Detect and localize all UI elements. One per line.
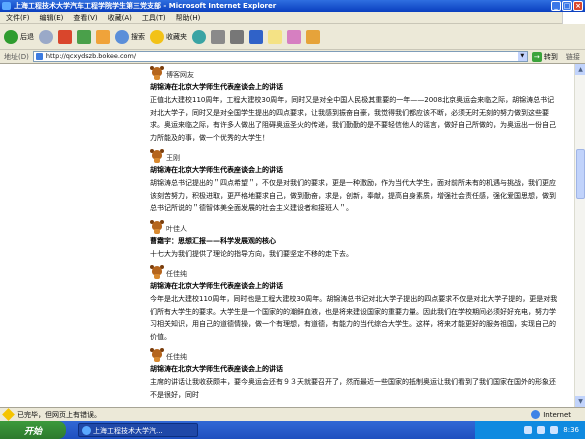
back-label: 后退 [20, 32, 34, 41]
maximize-button[interactable]: □ [562, 1, 572, 11]
reindeer-avatar-icon [150, 219, 164, 234]
menu-file[interactable]: 文件(F) [6, 13, 30, 23]
go-button[interactable]: → 转到 [531, 51, 558, 62]
menu-help[interactable]: 帮助(H) [176, 13, 201, 23]
ie-icon [82, 426, 91, 435]
print-icon[interactable] [230, 29, 244, 44]
security-zone: Internet [531, 410, 571, 419]
favorites-label: 收藏夹 [166, 32, 187, 41]
ie-logo-icon [2, 2, 11, 10]
globe-icon [531, 410, 541, 419]
comment-author[interactable]: 王刚 [166, 154, 180, 162]
back-arrow-icon [4, 29, 18, 44]
links-button[interactable]: 链接 [566, 52, 580, 62]
comment-author[interactable]: 任佳纯 [166, 270, 187, 278]
comment-item: 博客网友 胡锦涛在北京大学师生代表座谈会上的讲话 正值北大建校110周年，工程大… [150, 64, 560, 144]
search-icon [115, 29, 129, 44]
scroll-up-icon[interactable]: ▲ [575, 64, 585, 75]
close-button[interactable]: × [573, 1, 583, 11]
comment-body: 十七大为我们提供了理论的指导方向，我们要坚定不移的走下去。 [150, 249, 353, 258]
page-icon [35, 53, 43, 60]
status-bar: 已完毕，但网页上有错误。 Internet [0, 407, 585, 421]
favorites-button[interactable]: 收藏夹 [150, 29, 187, 44]
search-label: 搜索 [131, 32, 145, 41]
comment-body: 今年是北大建校110周年，同时也是工程大建校30周年。胡锦涛总书记对北大学子提出… [150, 295, 558, 341]
address-url: http://qcxydszb.bokee.com/ [45, 52, 137, 60]
comment-item: 王刚 胡锦涛在北京大学师生代表座谈会上的讲话 胡锦涛总书记提出的＂四点希望＂，不… [150, 149, 560, 215]
address-input[interactable]: http://qcxydszb.bokee.com/ ▼ [32, 51, 528, 62]
menu-bar: 文件(F) 编辑(E) 查看(V) 收藏(A) 工具(T) 帮助(H) [0, 12, 585, 24]
comment-item: 叶佳人 曹霜宇：思想汇报——科学发展观的核心 十七大为我们提供了理论的指导方向，… [150, 219, 560, 261]
warning-icon[interactable] [2, 408, 15, 421]
research-icon[interactable] [306, 29, 320, 44]
reindeer-avatar-icon [150, 348, 164, 362]
comment-item: 任佳纯 胡锦涛在北京大学师生代表座谈会上的讲话 今年是北大建校110周年，同时也… [150, 265, 560, 343]
page-content: 博客网友 胡锦涛在北京大学师生代表座谈会上的讲话 正值北大建校110周年，工程大… [0, 64, 585, 407]
messenger-icon[interactable] [287, 29, 301, 44]
input-method-icon[interactable] [550, 426, 559, 434]
reindeer-avatar-icon [150, 149, 164, 163]
toolbar: 后退 搜索 收藏夹 [0, 24, 585, 50]
minimize-button[interactable]: _ [551, 1, 561, 11]
star-icon [150, 29, 164, 44]
scroll-thumb[interactable] [576, 149, 585, 199]
taskbar-item-label: 上海工程技术大学汽... [93, 427, 163, 435]
comment-title[interactable]: 胡锦涛在北京大学师生代表座谈会上的讲话 [150, 82, 560, 92]
address-label: 地址(D) [4, 52, 29, 61]
comment-title[interactable]: 曹霜宇：思想汇报——科学发展观的核心 [150, 236, 560, 246]
address-bar: 地址(D) http://qcxydszb.bokee.com/ ▼ → 转到 … [0, 50, 585, 64]
menu-view[interactable]: 查看(V) [73, 13, 97, 23]
status-text: 已完毕，但网页上有错误。 [17, 410, 101, 419]
go-label: 转到 [543, 52, 558, 61]
refresh-icon[interactable] [77, 29, 91, 44]
comment-title[interactable]: 胡锦涛在北京大学师生代表座谈会上的讲话 [150, 165, 560, 175]
comment-author[interactable]: 叶佳人 [166, 225, 187, 233]
reindeer-avatar-icon [150, 265, 164, 279]
volume-icon[interactable] [537, 426, 546, 434]
comment-body: 主席的讲话让我收获颇丰，要今奥运会还有９３天就要召开了，然而最近一些国家的抵制奥… [150, 378, 556, 399]
comment-body: 正值北大建校110周年，工程大建校30周年，同时又是对全中国人民极其重要的一年—… [150, 96, 556, 142]
search-button[interactable]: 搜索 [115, 29, 145, 44]
discuss-icon[interactable] [268, 29, 282, 44]
comment-item: 任佳纯 胡锦涛在北京大学师生代表座谈会上的讲话 主席的讲话让我收获颇丰，要今奥运… [150, 348, 560, 401]
comment-title[interactable]: 胡锦涛在北京大学师生代表座谈会上的讲话 [150, 281, 560, 291]
address-dropdown-icon[interactable]: ▼ [517, 52, 527, 61]
system-tray: 8:36 [475, 421, 585, 439]
forward-icon[interactable] [39, 29, 53, 44]
back-button[interactable]: 后退 [4, 29, 34, 44]
window-controls: _ □ × [551, 1, 583, 11]
menu-edit[interactable]: 编辑(E) [40, 13, 64, 23]
home-icon[interactable] [96, 29, 110, 44]
menu-tools[interactable]: 工具(T) [142, 13, 166, 23]
title-bar: 上海工程技术大学汽车工程学院学生第三党支部 - Microsoft Intern… [0, 0, 585, 12]
network-icon[interactable] [524, 426, 533, 434]
start-button[interactable]: 开始 [0, 421, 66, 439]
comment-author[interactable]: 任佳纯 [166, 353, 187, 361]
comment-title[interactable]: 胡锦涛在北京大学师生代表座谈会上的讲话 [150, 364, 560, 374]
reindeer-avatar-icon [150, 66, 164, 80]
mail-icon[interactable] [211, 29, 225, 44]
edit-icon[interactable] [249, 29, 263, 44]
stop-icon[interactable] [58, 29, 72, 44]
comment-list: 博客网友 胡锦涛在北京大学师生代表座谈会上的讲话 正值北大建校110周年，工程大… [150, 64, 560, 407]
window-title: 上海工程技术大学汽车工程学院学生第三党支部 - Microsoft Intern… [14, 2, 277, 10]
comment-author[interactable]: 博客网友 [166, 71, 194, 79]
scroll-down-icon[interactable]: ▼ [575, 396, 585, 407]
windows-logo-icon [562, 12, 585, 24]
go-arrow-icon: → [531, 51, 542, 62]
comment-body: 胡锦涛总书记提出的＂四点希望＂，不仅是对我们的要求，更是一种激励，作为当代大学生… [150, 179, 556, 212]
taskbar-ie-window[interactable]: 上海工程技术大学汽... [78, 423, 198, 437]
vertical-scrollbar[interactable]: ▲ ▼ [574, 64, 585, 407]
history-icon[interactable] [192, 29, 206, 44]
zone-label: Internet [543, 410, 571, 419]
clock: 8:36 [563, 426, 579, 434]
menu-favorites[interactable]: 收藏(A) [108, 13, 132, 23]
taskbar: 开始 上海工程技术大学汽... 8:36 [0, 421, 585, 439]
